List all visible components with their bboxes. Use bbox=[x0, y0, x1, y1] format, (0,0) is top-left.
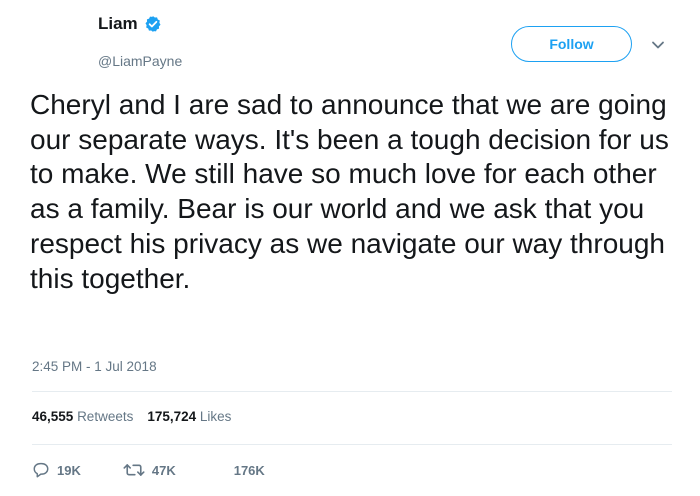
reply-button[interactable]: 19K bbox=[32, 461, 81, 479]
retweets-label: Retweets bbox=[77, 409, 134, 424]
tweet-actions: 19K 47K 176K bbox=[32, 459, 265, 481]
divider bbox=[32, 444, 672, 445]
like-count: 176K bbox=[233, 462, 265, 478]
reply-icon bbox=[32, 461, 50, 479]
reply-count: 19K bbox=[57, 462, 81, 478]
tweet-timestamp[interactable]: 2:45 PM - 1 Jul 2018 bbox=[32, 359, 157, 374]
author-name-row: Liam bbox=[98, 14, 162, 34]
retweet-icon bbox=[123, 461, 145, 479]
retweet-count: 47K bbox=[151, 462, 176, 478]
chevron-down-icon[interactable] bbox=[650, 37, 666, 53]
verified-badge-icon bbox=[144, 15, 162, 33]
follow-button[interactable]: Follow bbox=[511, 26, 632, 62]
likes-label: Likes bbox=[199, 409, 232, 424]
likes-count: 175,724 bbox=[147, 409, 197, 424]
avatar[interactable] bbox=[30, 14, 82, 66]
retweets-stat[interactable]: 46,555 Retweets bbox=[32, 409, 133, 424]
display-name[interactable]: Liam bbox=[98, 14, 138, 34]
tweet-text: Cheryl and I are sad to announce that we… bbox=[30, 89, 669, 294]
likes-stat[interactable]: 175,724 Likes bbox=[147, 409, 231, 424]
tweet-stats: 46,555 Retweets 175,724 Likes bbox=[32, 409, 231, 424]
divider bbox=[32, 391, 672, 392]
like-button[interactable]: 176K bbox=[234, 463, 265, 478]
user-handle[interactable]: @LiamPayne bbox=[98, 53, 182, 69]
retweet-button[interactable]: 47K bbox=[123, 461, 176, 479]
retweets-count: 46,555 bbox=[32, 409, 74, 424]
